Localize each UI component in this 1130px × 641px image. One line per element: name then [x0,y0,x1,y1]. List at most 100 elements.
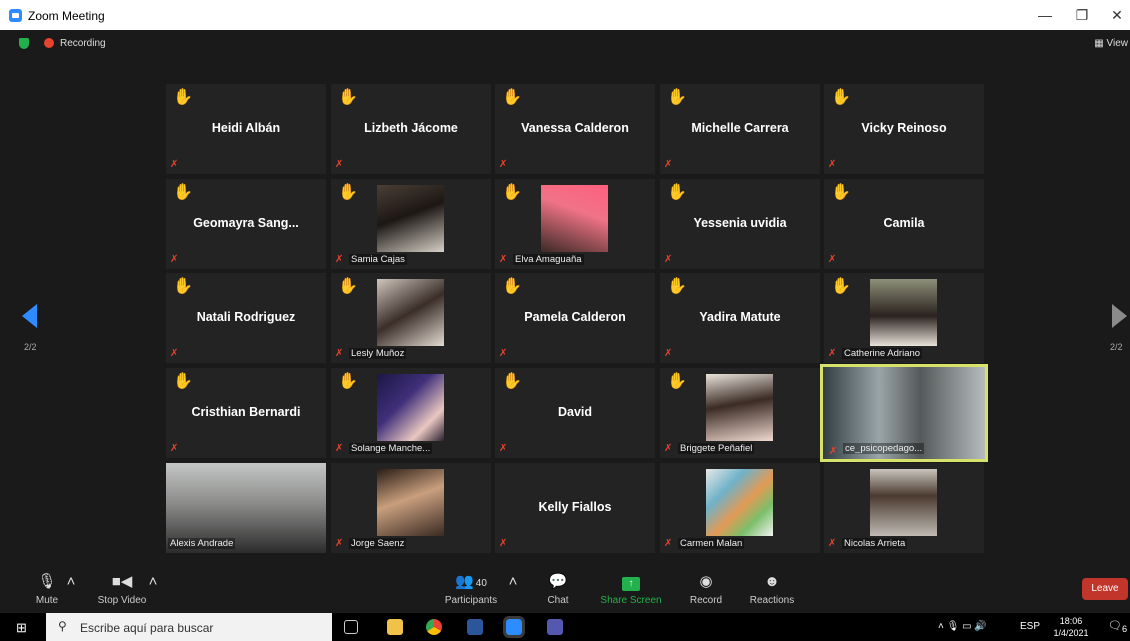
participant-name: Jorge Saenz [349,538,407,549]
raised-hand-icon: ✋ [502,89,522,106]
previous-page-arrow-icon[interactable] [22,304,37,328]
raised-hand-icon: ✋ [831,278,851,295]
participant-video [706,374,773,441]
muted-mic-icon: ✗ [664,254,673,265]
participants-count: 40 [475,578,487,589]
muted-mic-icon: ✗ [335,254,344,265]
participant-tile[interactable]: ✋ Natali Rodriguez ✗ [166,273,326,363]
chat-button[interactable]: 💬 Chat [540,572,576,606]
participant-tile[interactable]: Kelly Fiallos ✗ [495,463,655,553]
chat-label: Chat [547,595,569,606]
raised-hand-icon: ✋ [338,89,358,106]
raised-hand-icon: ✋ [338,373,358,390]
participant-video [377,185,444,252]
participant-name: Yadira Matute [699,310,781,324]
restore-button[interactable]: ❐ [1067,5,1097,25]
notifications-icon[interactable]: 🗨6 [1108,619,1127,634]
share-screen-label: Share Screen [600,595,662,606]
participant-tile[interactable]: ✋ Cristhian Bernardi ✗ [166,368,326,458]
participant-tile[interactable]: ✋ David ✗ [495,368,655,458]
task-view-icon[interactable] [344,620,358,634]
muted-mic-icon: ✗ [499,538,508,549]
system-tray-icons[interactable]: ˄ 🎙 ▭ 🔊 [938,621,987,632]
windows-taskbar: ⊞ ⚲ Escribe aquí para buscar ˄ 🎙 ▭ 🔊 ESP… [0,613,1130,641]
raised-hand-icon: ✋ [667,89,687,106]
active-speaker-video-tile[interactable]: ✗ ce_psicopedago... [820,364,988,462]
participant-tile[interactable]: ✋ Camila ✗ [824,179,984,269]
participant-video-tile[interactable]: ✋ ✗ Elva Amaguaña [495,179,655,269]
video-options-caret[interactable]: ˄ [146,572,160,592]
muted-mic-icon: ✗ [664,159,673,170]
stop-video-button[interactable]: ■◀ Stop Video [92,572,152,606]
participant-video [706,469,773,536]
participant-video [870,279,937,346]
participant-name: Yessenia uvidia [693,216,787,230]
participant-video-tile[interactable]: ✋ ✗ Solange Manche... [331,368,491,458]
participant-name: Michelle Carrera [691,121,789,135]
taskbar-search-box[interactable]: ⚲ Escribe aquí para buscar [46,613,332,641]
participant-name: David [557,405,593,419]
participant-video-tile[interactable]: ✋ ✗ Samia Cajas [331,179,491,269]
raised-hand-icon: ✋ [173,184,193,201]
window-title: Zoom Meeting [28,9,105,23]
muted-mic-icon: ✗ [828,538,837,549]
share-screen-button[interactable]: ↑ Share Screen [598,572,664,606]
participant-video-tile[interactable]: ✗ Nicolas Arrieta [824,463,984,553]
zoom-taskbar-icon[interactable] [503,616,525,638]
muted-mic-icon: ✗ [499,348,508,359]
teams-icon[interactable] [547,619,563,635]
participant-video-tile[interactable]: ✗ Jorge Saenz [331,463,491,553]
chrome-icon[interactable] [426,619,442,635]
participant-video-tile[interactable]: ✋ ✗ Briggete Peñafiel [660,368,820,458]
participant-name: Kelly Fiallos [538,500,612,514]
view-button[interactable]: ▦ View [1094,38,1128,49]
participant-video-tile[interactable]: Alexis Andrade [166,463,326,553]
chat-icon: 💬 [548,573,568,590]
participant-tile[interactable]: ✋ Lizbeth Jácome ✗ [331,84,491,174]
audio-options-caret[interactable]: ˄ [64,572,78,592]
participant-name: Vanessa Calderon [521,121,629,135]
stop-video-label: Stop Video [97,595,147,606]
word-icon[interactable] [467,619,483,635]
participant-name: Vicky Reinoso [861,121,947,135]
file-explorer-icon[interactable] [387,619,403,635]
recording-label[interactable]: Recording [60,38,106,49]
raised-hand-icon: ✋ [502,278,522,295]
shield-icon[interactable] [19,38,29,49]
reactions-button[interactable]: ☻ Reactions [746,572,798,606]
page-indicator-left: 2/2 [24,342,37,352]
participant-video-tile[interactable]: ✋ ✗ Lesly Muñoz [331,273,491,363]
participant-name: Cristhian Bernardi [191,405,301,419]
participant-tile[interactable]: ✋ Pamela Calderon ✗ [495,273,655,363]
participants-options-caret[interactable]: ˄ [506,572,520,592]
taskbar-clock[interactable]: 18:06 1/4/2021 [1050,615,1092,639]
participant-video-tile[interactable]: ✋ ✗ Catherine Adriano [824,273,984,363]
muted-mic-icon: ✗ [170,254,179,265]
input-language[interactable]: ESP [1020,621,1040,632]
minimize-button[interactable]: — [1030,5,1060,25]
participant-tile[interactable]: ✋ Geomayra Sang... ✗ [166,179,326,269]
participant-tile[interactable]: ✋ Michelle Carrera ✗ [660,84,820,174]
chevron-up-icon: ˄ [148,573,158,590]
participant-video [377,374,444,441]
raised-hand-icon: ✋ [173,278,193,295]
participant-video [377,279,444,346]
raised-hand-icon: ✋ [502,373,522,390]
participants-button[interactable]: 👥 40 Participants [440,572,502,606]
windows-start-icon[interactable]: ⊞ [16,620,27,636]
close-button[interactable]: ✕ [1102,5,1130,25]
participant-name: Samia Cajas [349,254,407,265]
next-page-arrow-icon[interactable] [1112,304,1127,328]
leave-button[interactable]: Leave [1082,578,1128,600]
participant-tile[interactable]: ✋ Heidi Albán ✗ [166,84,326,174]
clock-date: 1/4/2021 [1053,628,1089,638]
participant-tile[interactable]: ✋ Yadira Matute ✗ [660,273,820,363]
mute-button[interactable]: 🎙 Mute [32,572,62,606]
participant-tile[interactable]: ✋ Vicky Reinoso ✗ [824,84,984,174]
raised-hand-icon: ✋ [173,373,193,390]
participant-video-tile[interactable]: ✗ Carmen Malan [660,463,820,553]
muted-mic-icon: ✗ [828,254,837,265]
participant-tile[interactable]: ✋ Vanessa Calderon ✗ [495,84,655,174]
participant-tile[interactable]: ✋ Yessenia uvidia ✗ [660,179,820,269]
record-button[interactable]: ◉ Record [686,572,726,606]
